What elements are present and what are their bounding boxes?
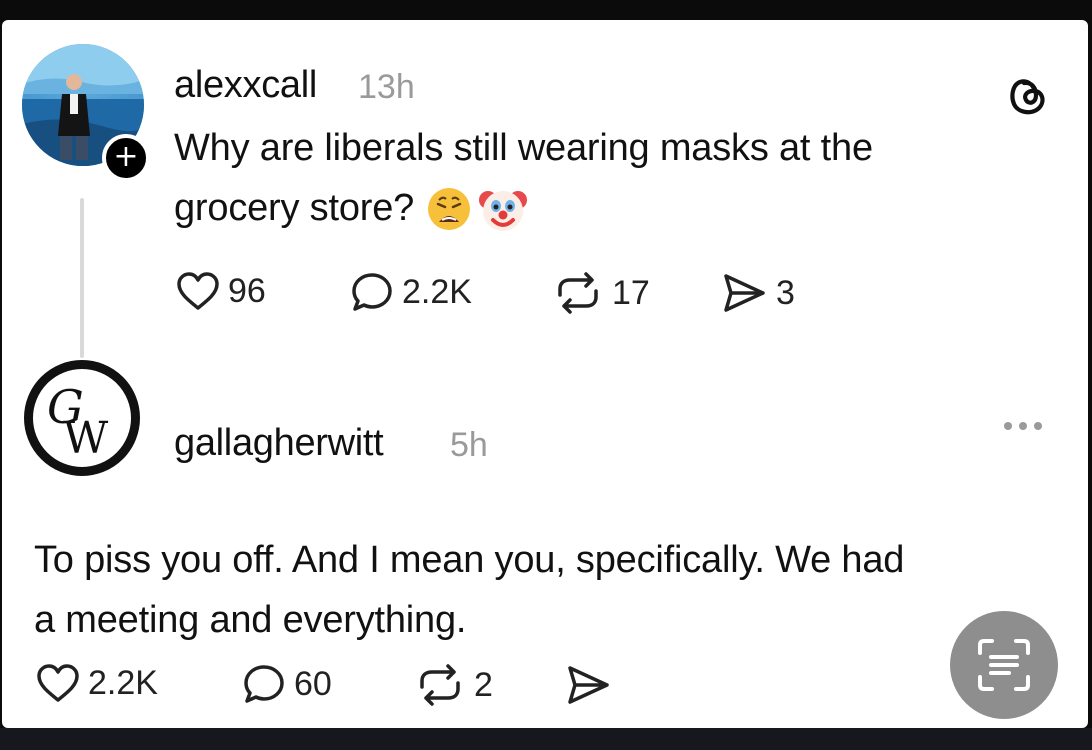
post-share-count: 3 bbox=[776, 273, 795, 312]
post-timestamp: 13h bbox=[358, 68, 415, 106]
post-reply-button[interactable]: 2.2K bbox=[350, 271, 472, 313]
reply-like-count: 2.2K bbox=[88, 663, 158, 702]
post-username[interactable]: alexxcall bbox=[174, 64, 317, 107]
reply-text-line-2: a meeting and everything. bbox=[34, 599, 467, 641]
weary-face-emoji bbox=[428, 187, 471, 230]
speech-bubble-icon bbox=[244, 665, 284, 703]
repost-icon bbox=[558, 272, 598, 314]
svg-text:W: W bbox=[63, 413, 109, 464]
gallagherwitt-avatar[interactable]: G W bbox=[24, 360, 140, 476]
send-icon bbox=[724, 274, 765, 312]
gw-monogram-logo: G W bbox=[47, 380, 109, 464]
reply-timestamp: 5h bbox=[450, 426, 488, 464]
send-icon bbox=[568, 666, 609, 704]
bottom-bar bbox=[0, 728, 1092, 750]
follow-plus-button[interactable]: + bbox=[102, 134, 150, 182]
post-like-button[interactable]: 96 bbox=[176, 271, 266, 311]
heart-icon bbox=[37, 664, 79, 702]
post-text-line-2-row: grocery store? bbox=[174, 178, 528, 239]
reply-repost-count: 2 bbox=[474, 665, 493, 704]
post-repost-button[interactable]: 17 bbox=[552, 271, 650, 315]
post-text-line-1: Why are liberals still wearing masks at … bbox=[174, 127, 873, 169]
post-reply-count: 2.2K bbox=[402, 272, 472, 311]
heart-icon bbox=[177, 272, 219, 310]
post-text-line-2: grocery store? bbox=[174, 187, 415, 229]
clown-face-emoji bbox=[479, 190, 528, 231]
speech-bubble-icon bbox=[352, 273, 392, 311]
scan-text-icon bbox=[978, 639, 1030, 691]
reply-reply-button[interactable]: 60 bbox=[242, 663, 332, 705]
reply-username[interactable]: gallagherwitt bbox=[174, 422, 384, 465]
reply-repost-button[interactable]: 2 bbox=[414, 663, 493, 707]
threads-logo-icon[interactable] bbox=[1002, 70, 1052, 120]
repost-icon bbox=[420, 664, 460, 706]
post-share-button[interactable]: 3 bbox=[720, 271, 795, 315]
reply-like-button[interactable]: 2.2K bbox=[36, 663, 158, 703]
post-repost-count: 17 bbox=[612, 273, 650, 312]
scan-text-button[interactable] bbox=[950, 611, 1058, 719]
screen-frame: + alexxcall 13h Why are liberals still w… bbox=[0, 0, 1092, 750]
more-icon[interactable] bbox=[1004, 416, 1052, 436]
thread-connector-line bbox=[80, 198, 84, 358]
post-like-count: 96 bbox=[228, 271, 266, 310]
reply-reply-count: 60 bbox=[294, 664, 332, 703]
threads-post-card: + alexxcall 13h Why are liberals still w… bbox=[2, 20, 1088, 728]
reply-share-button[interactable] bbox=[564, 663, 612, 707]
reply-text-line-1: To piss you off. And I mean you, specifi… bbox=[34, 539, 905, 581]
